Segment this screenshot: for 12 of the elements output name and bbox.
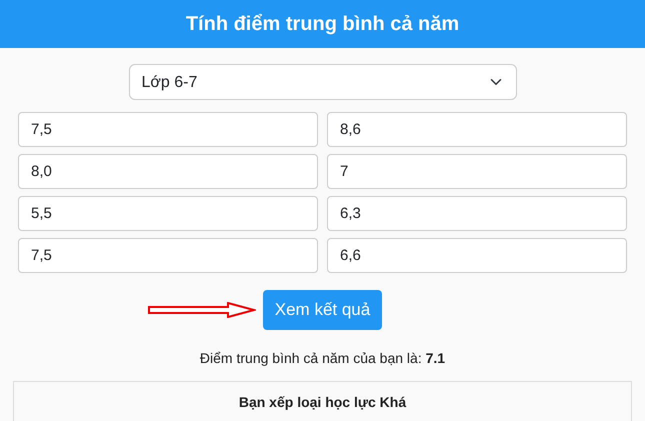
page-title: Tính điểm trung bình cả năm [186, 12, 460, 37]
score-field[interactable]: 8,0 [18, 154, 318, 189]
score-field[interactable]: 6,6 [327, 238, 627, 273]
score-field[interactable]: 5,5 [18, 196, 318, 231]
result-text: Điểm trung bình cả năm của bạn là: 7.1 [200, 350, 446, 366]
score-field[interactable]: 6,3 [327, 196, 627, 231]
score-field[interactable]: 7,5 [18, 238, 318, 273]
score-field[interactable]: 7 [327, 154, 627, 189]
grade-select[interactable]: Lớp 6-7 [128, 64, 516, 100]
score-field[interactable]: 7,5 [18, 112, 318, 147]
classification-text: Bạn xếp loại học lực Khá [238, 394, 406, 410]
score-field[interactable]: 8,6 [327, 112, 627, 147]
